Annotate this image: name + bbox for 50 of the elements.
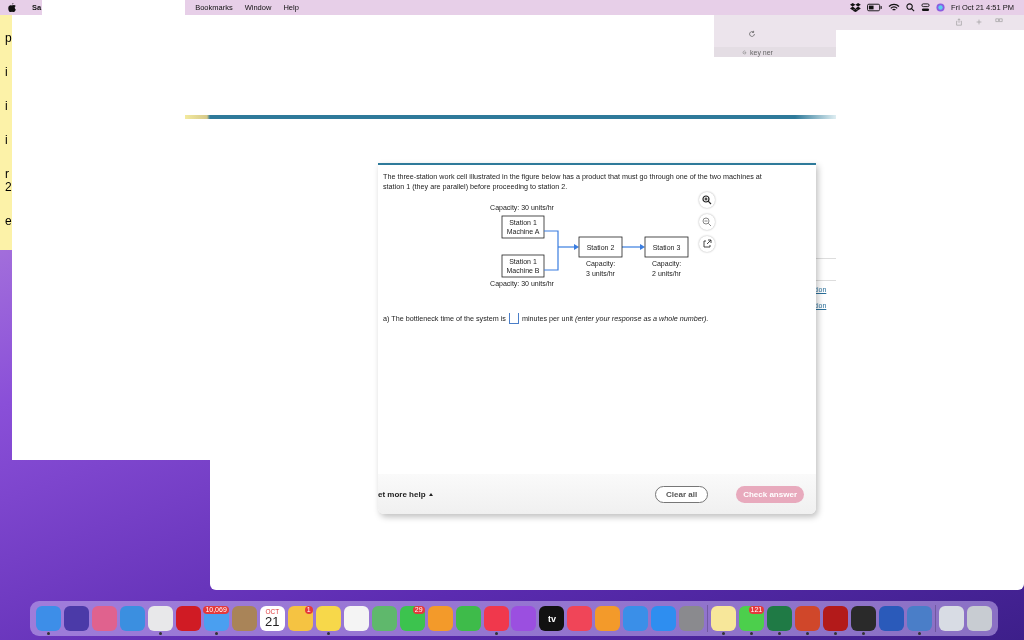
station-box	[578, 236, 623, 258]
tv-app-icon[interactable]: tv	[539, 606, 565, 631]
app-icon[interactable]	[966, 606, 992, 631]
open-external-button[interactable]	[699, 236, 715, 252]
flow-arrow	[557, 244, 579, 250]
station-box	[644, 236, 689, 258]
merge-connector	[543, 230, 559, 271]
external-link-icon	[702, 239, 712, 249]
app-icon[interactable]	[851, 606, 877, 631]
calendar-day: 21	[265, 615, 280, 628]
text-fragment: p	[4, 32, 12, 47]
zoom-out-icon	[702, 217, 712, 227]
more-help-button[interactable]: et more help	[378, 489, 433, 499]
app-icon[interactable]	[427, 606, 453, 631]
zoom-out-button[interactable]	[699, 214, 715, 230]
control-center-icon[interactable]	[921, 3, 931, 12]
new-tab-icon[interactable]	[975, 18, 983, 26]
apple-icon[interactable]	[8, 3, 16, 12]
app-icon[interactable]	[938, 606, 964, 631]
share-icon[interactable]	[955, 18, 963, 26]
app-icon[interactable]	[711, 606, 737, 631]
clear-all-button[interactable]: Clear all	[655, 485, 709, 503]
app-icon[interactable]	[175, 606, 201, 631]
app-icon[interactable]	[147, 606, 173, 631]
battery-icon[interactable]	[867, 3, 883, 12]
machine-box	[501, 215, 545, 239]
text-fragment: r	[4, 168, 10, 181]
text-fragment: i	[4, 66, 9, 81]
app-icon[interactable]	[63, 606, 89, 631]
dropbox-icon[interactable]	[850, 3, 862, 12]
app-icon[interactable]	[823, 606, 849, 631]
machine-box	[501, 254, 545, 278]
app-icon[interactable]	[879, 606, 905, 631]
text-fragment: 2	[4, 181, 12, 196]
text-fragment: i	[4, 100, 9, 115]
flow-arrow	[621, 244, 645, 250]
tv-label: tv	[547, 613, 556, 624]
zoom-in-icon	[702, 195, 712, 205]
answer-field[interactable]	[508, 313, 519, 324]
siri-icon[interactable]	[936, 3, 946, 12]
text-fragment: e	[4, 215, 12, 230]
app-icon[interactable]	[343, 606, 369, 631]
app-icon[interactable]	[315, 606, 341, 631]
search-icon[interactable]	[906, 3, 916, 12]
reload-icon[interactable]	[748, 30, 756, 38]
text-fragment: i	[4, 134, 9, 149]
caret-icon	[428, 492, 433, 496]
zoom-in-button[interactable]	[699, 192, 715, 208]
wifi-icon[interactable]	[888, 3, 901, 12]
app-icon[interactable]	[595, 606, 621, 631]
